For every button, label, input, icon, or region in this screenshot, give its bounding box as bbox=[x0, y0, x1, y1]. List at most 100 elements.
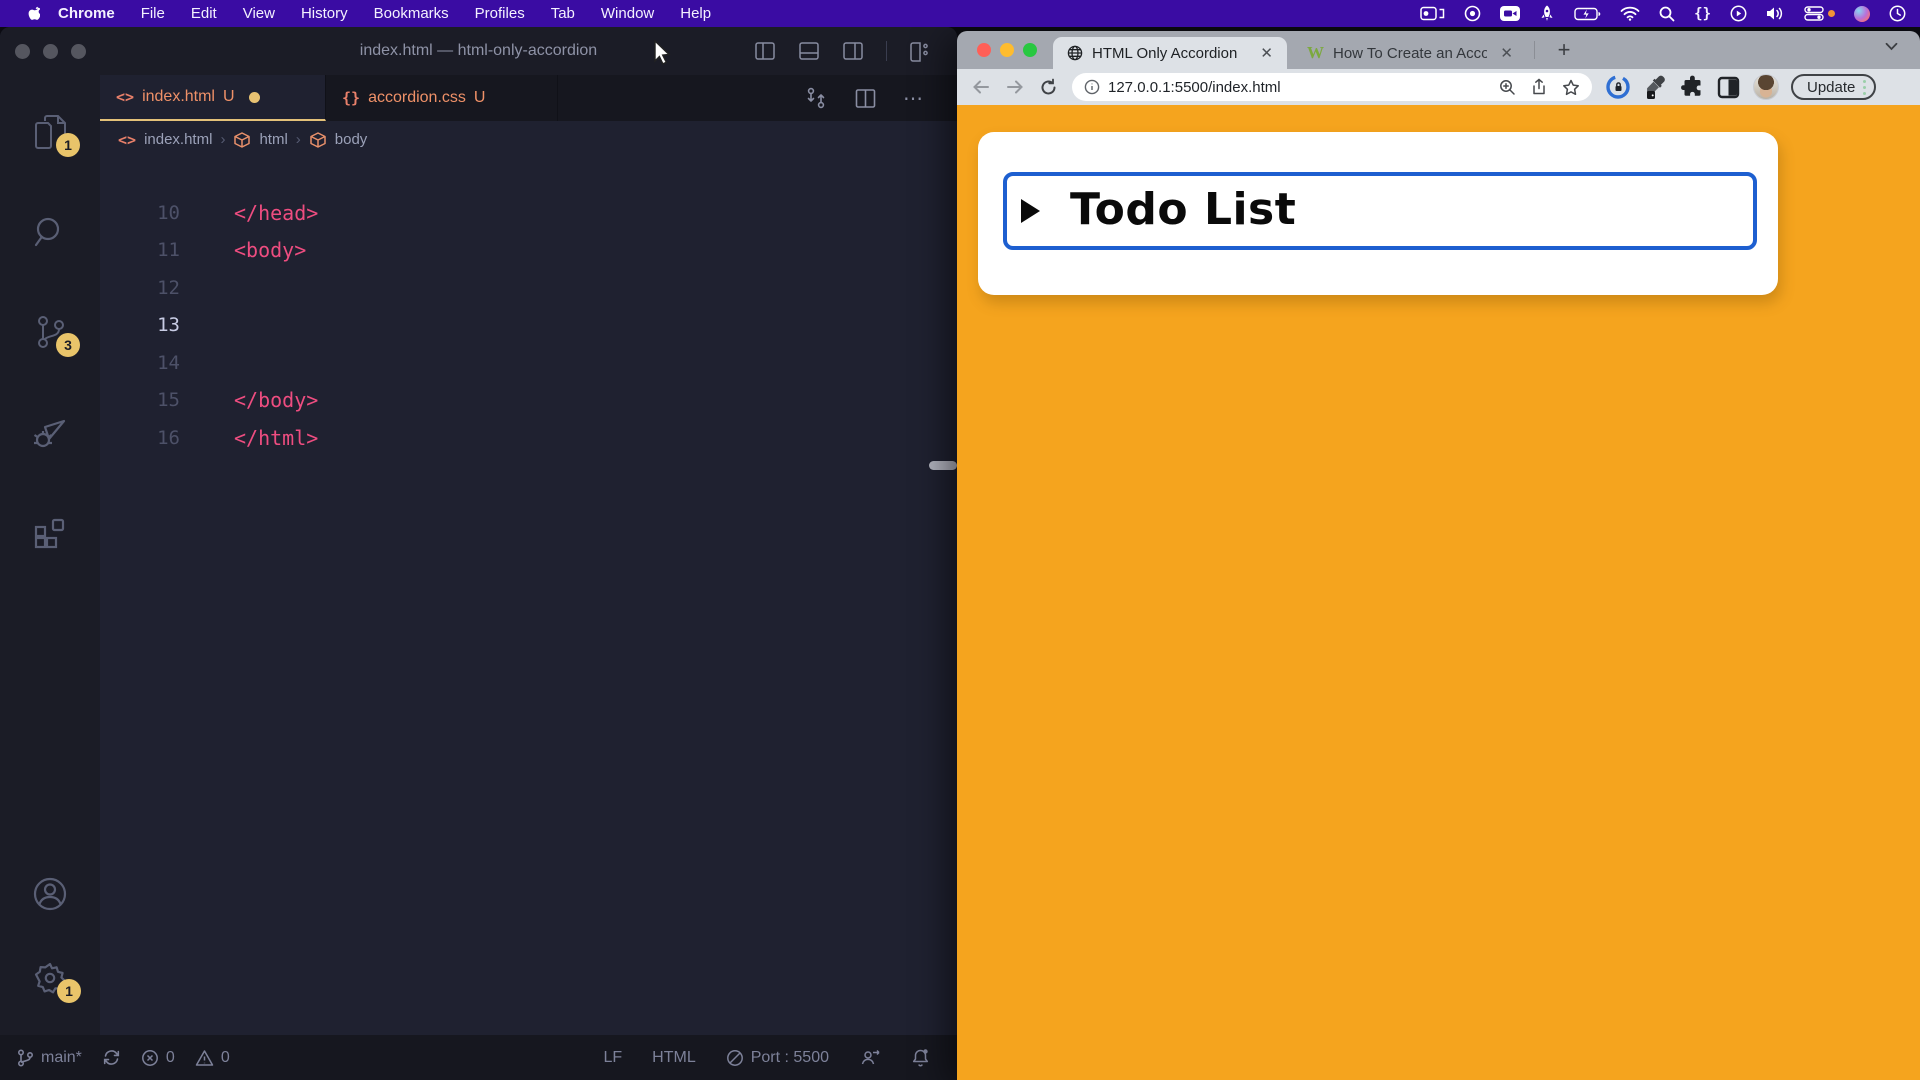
menu-bookmarks[interactable]: Bookmarks bbox=[361, 5, 462, 22]
back-button[interactable] bbox=[971, 78, 991, 96]
warnings-status[interactable]: 0 bbox=[195, 1049, 230, 1067]
braces-icon[interactable]: {} bbox=[1694, 6, 1711, 22]
unsaved-dot-icon[interactable] bbox=[249, 92, 260, 103]
extension-darkmode-icon[interactable] bbox=[1717, 76, 1740, 99]
vscode-titlebar[interactable]: index.html — html-only-accordion bbox=[0, 27, 957, 75]
site-info-icon[interactable] bbox=[1084, 79, 1100, 95]
menu-file[interactable]: File bbox=[128, 5, 178, 22]
editor-tabbar: <> index.html U {} accordion.css U bbox=[100, 75, 957, 121]
code-editor[interactable]: 10 </head> 11 <body> 12 13 bbox=[100, 158, 957, 1035]
url-text[interactable]: 127.0.0.1:5500/index.html bbox=[1108, 79, 1281, 96]
code-line[interactable]: 15 </body> bbox=[100, 382, 957, 420]
live-share-icon[interactable] bbox=[859, 1048, 881, 1067]
zoom-icon[interactable] bbox=[1499, 79, 1516, 96]
switches-icon[interactable] bbox=[1804, 6, 1835, 21]
update-chrome-button[interactable]: Update bbox=[1791, 74, 1876, 100]
open-changes-icon[interactable] bbox=[804, 86, 828, 110]
close-tab-icon[interactable]: ✕ bbox=[1496, 44, 1517, 62]
code-line[interactable]: 10 </head> bbox=[100, 194, 957, 232]
eol-status[interactable]: LF bbox=[603, 1049, 622, 1067]
tab-title: How To Create an Accordion bbox=[1333, 45, 1487, 62]
customize-layout-icon[interactable] bbox=[909, 40, 931, 62]
menu-window[interactable]: Window bbox=[588, 5, 667, 22]
menu-help[interactable]: Help bbox=[667, 5, 724, 22]
clock-icon[interactable] bbox=[1889, 5, 1906, 22]
toggle-sidebar-icon[interactable] bbox=[754, 40, 776, 62]
code-text: <body> bbox=[234, 238, 306, 262]
volume-icon[interactable] bbox=[1766, 6, 1785, 21]
menu-tab[interactable]: Tab bbox=[538, 5, 588, 22]
breadcrumb-file[interactable]: index.html bbox=[144, 131, 212, 148]
close-window-button[interactable] bbox=[977, 43, 991, 57]
toggle-secondary-sidebar-icon[interactable] bbox=[842, 40, 864, 62]
tab-how-to-create-accordion[interactable]: W How To Create an Accordion ✕ bbox=[1299, 37, 1525, 69]
tab-label: index.html bbox=[142, 88, 215, 106]
explorer-badge: 1 bbox=[56, 133, 80, 157]
code-line[interactable]: 14 bbox=[100, 344, 957, 382]
extension-privacy-icon[interactable] bbox=[1606, 75, 1630, 99]
extensions-icon[interactable] bbox=[32, 513, 68, 551]
camera-icon[interactable] bbox=[1500, 6, 1520, 21]
screen-record-icon[interactable] bbox=[1420, 6, 1445, 21]
extensions-puzzle-icon[interactable] bbox=[1680, 75, 1704, 99]
scrollbar-handle[interactable] bbox=[929, 461, 957, 470]
code-line[interactable]: 11 <body> bbox=[100, 232, 957, 270]
reload-button[interactable] bbox=[1039, 78, 1058, 97]
tab-search-chevron-icon[interactable] bbox=[1885, 42, 1898, 51]
new-tab-button[interactable]: + bbox=[1549, 35, 1579, 65]
search-icon[interactable] bbox=[1659, 6, 1675, 22]
close-tab-icon[interactable]: ✕ bbox=[1256, 44, 1277, 62]
code-line-active[interactable]: 13 bbox=[100, 307, 957, 345]
forward-button[interactable] bbox=[1005, 78, 1025, 96]
source-control-badge: 3 bbox=[56, 333, 80, 357]
browser-menu-kebab-icon[interactable] bbox=[1863, 80, 1866, 95]
git-branch-status[interactable]: main* bbox=[16, 1048, 82, 1068]
live-server-port-status[interactable]: Port : 5500 bbox=[726, 1049, 829, 1067]
share-icon[interactable] bbox=[1531, 78, 1547, 96]
extension-colorpicker-icon[interactable] bbox=[1643, 74, 1667, 100]
code-line[interactable]: 12 bbox=[100, 269, 957, 307]
source-control-icon[interactable]: 3 bbox=[32, 313, 68, 351]
menu-edit[interactable]: Edit bbox=[178, 5, 230, 22]
mouse-cursor bbox=[652, 40, 674, 66]
tab-index-html[interactable]: <> index.html U bbox=[100, 75, 326, 121]
notifications-bell-icon[interactable] bbox=[911, 1048, 930, 1068]
tab-html-only-accordion[interactable]: HTML Only Accordion ✕ bbox=[1053, 37, 1287, 69]
rocket-icon[interactable] bbox=[1539, 5, 1555, 22]
breadcrumb-html[interactable]: html bbox=[259, 131, 287, 148]
code-line[interactable]: 16 </html> bbox=[100, 419, 957, 457]
minimize-window-button[interactable] bbox=[43, 44, 58, 59]
close-window-button[interactable] bbox=[15, 44, 30, 59]
explorer-icon[interactable]: 1 bbox=[32, 113, 68, 151]
split-editor-icon[interactable] bbox=[854, 87, 877, 110]
bookmark-star-icon[interactable] bbox=[1562, 79, 1580, 96]
menu-profiles[interactable]: Profiles bbox=[462, 5, 538, 22]
menu-chrome[interactable]: Chrome bbox=[40, 5, 128, 22]
wifi-icon[interactable] bbox=[1620, 6, 1640, 21]
apple-menu-icon[interactable] bbox=[26, 5, 40, 22]
errors-status[interactable]: 0 bbox=[141, 1049, 175, 1067]
menu-view[interactable]: View bbox=[230, 5, 288, 22]
profile-avatar[interactable] bbox=[1753, 74, 1779, 100]
siri-icon[interactable] bbox=[1854, 6, 1870, 22]
search-sidebar-icon[interactable] bbox=[32, 213, 68, 251]
minimize-window-button[interactable] bbox=[1000, 43, 1014, 57]
sync-changes-icon[interactable] bbox=[102, 1048, 121, 1067]
tab-accordion-css[interactable]: {} accordion.css U bbox=[326, 75, 558, 121]
play-circle-icon[interactable] bbox=[1730, 5, 1747, 22]
more-actions-icon[interactable]: ⋯ bbox=[903, 86, 923, 111]
zoom-window-button[interactable] bbox=[1023, 43, 1037, 57]
settings-gear-icon[interactable]: 1 bbox=[31, 959, 69, 997]
breadcrumb-body[interactable]: body bbox=[335, 131, 368, 148]
details-marker-icon[interactable] bbox=[1021, 199, 1040, 223]
battery-charging-icon[interactable] bbox=[1574, 7, 1601, 21]
run-debug-icon[interactable] bbox=[31, 413, 69, 451]
language-mode-status[interactable]: HTML bbox=[652, 1049, 696, 1067]
record-icon[interactable] bbox=[1464, 5, 1481, 22]
zoom-window-button[interactable] bbox=[71, 44, 86, 59]
accordion-summary[interactable]: Todo List bbox=[1003, 172, 1757, 250]
accounts-icon[interactable] bbox=[31, 875, 69, 913]
toggle-panel-icon[interactable] bbox=[798, 40, 820, 62]
menu-history[interactable]: History bbox=[288, 5, 361, 22]
address-bar[interactable]: 127.0.0.1:5500/index.html bbox=[1072, 73, 1592, 101]
